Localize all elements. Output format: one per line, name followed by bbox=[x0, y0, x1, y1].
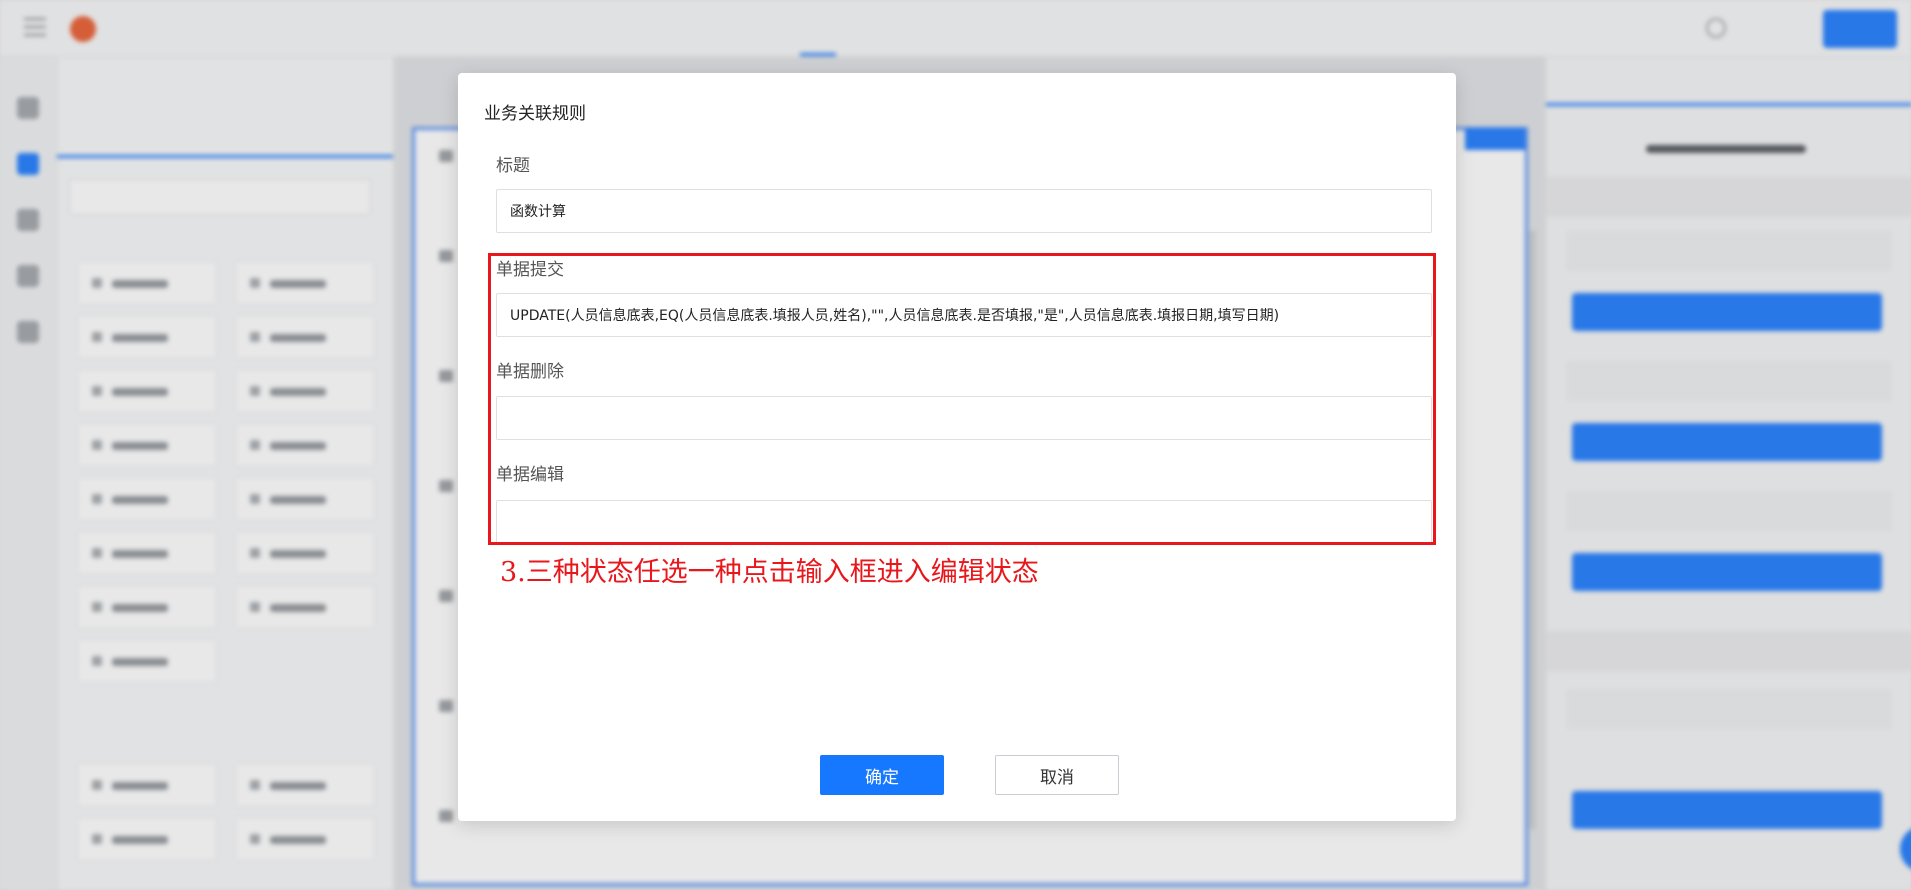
title-input[interactable]: 函数计算 bbox=[496, 189, 1432, 233]
dialog-title: 业务关联规则 bbox=[484, 104, 586, 124]
annotation-text: 3.三种状态任选一种点击输入框进入编辑状态 bbox=[500, 557, 1039, 588]
cancel-button[interactable]: 取消 bbox=[995, 755, 1119, 795]
business-rule-dialog: 业务关联规则 标题 函数计算 单据提交 UPDATE(人员信息底表,EQ(人员信… bbox=[458, 73, 1456, 821]
confirm-button[interactable]: 确定 bbox=[820, 755, 944, 795]
title-field-label: 标题 bbox=[496, 156, 530, 176]
annotation-highlight-box bbox=[488, 253, 1436, 545]
